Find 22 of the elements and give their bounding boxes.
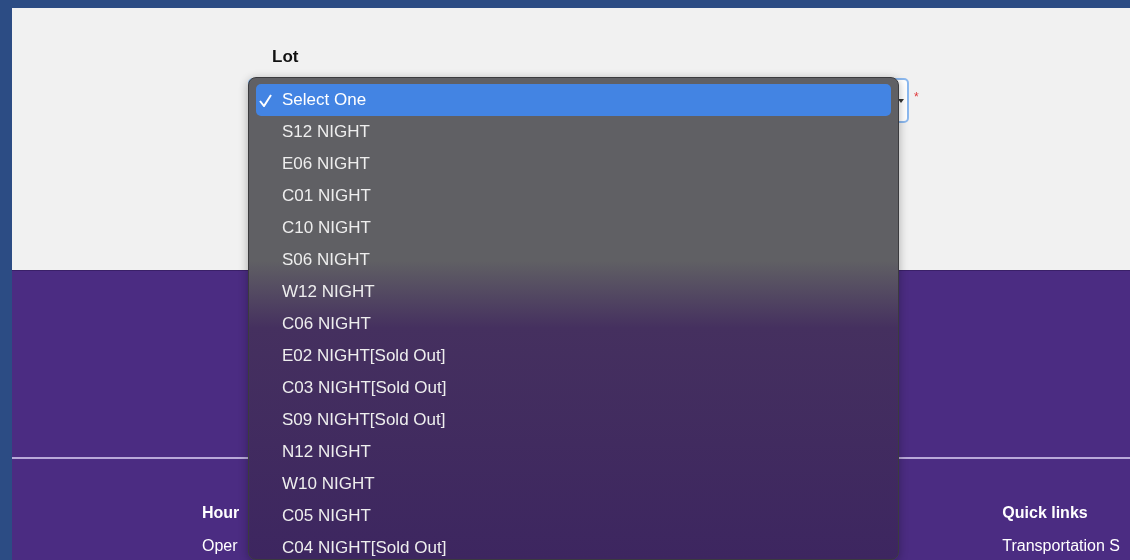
menu-option[interactable]: C03 NIGHT[Sold Out] <box>256 372 891 404</box>
menu-option[interactable]: C10 NIGHT <box>256 212 891 244</box>
menu-option[interactable]: C04 NIGHT[Sold Out] <box>256 532 891 560</box>
menu-option[interactable]: Select One <box>256 84 891 116</box>
menu-option[interactable]: W10 NIGHT <box>256 468 891 500</box>
menu-option[interactable]: E06 NIGHT <box>256 148 891 180</box>
footer-heading: Hour <box>202 503 240 523</box>
menu-option[interactable]: S12 NIGHT <box>256 116 891 148</box>
menu-option[interactable]: N12 NIGHT <box>256 436 891 468</box>
required-mark: * <box>914 89 919 106</box>
footer-heading: Quick links <box>1002 503 1089 523</box>
check-icon <box>259 93 272 107</box>
menu-option[interactable]: S09 NIGHT[Sold Out] <box>256 404 891 436</box>
menu-option[interactable]: C01 NIGHT <box>256 180 891 212</box>
menu-option[interactable]: C06 NIGHT <box>256 308 891 340</box>
menu-option[interactable]: S06 NIGHT <box>256 244 891 276</box>
menu-option[interactable]: W12 NIGHT <box>256 276 891 308</box>
footer-link[interactable]: Transportation S <box>1002 536 1120 556</box>
menu-option[interactable]: C05 NIGHT <box>256 500 891 532</box>
footer-link[interactable]: Oper <box>202 536 240 556</box>
field-label: Lot <box>272 46 299 68</box>
menu-option[interactable]: E02 NIGHT[Sold Out] <box>256 340 891 372</box>
